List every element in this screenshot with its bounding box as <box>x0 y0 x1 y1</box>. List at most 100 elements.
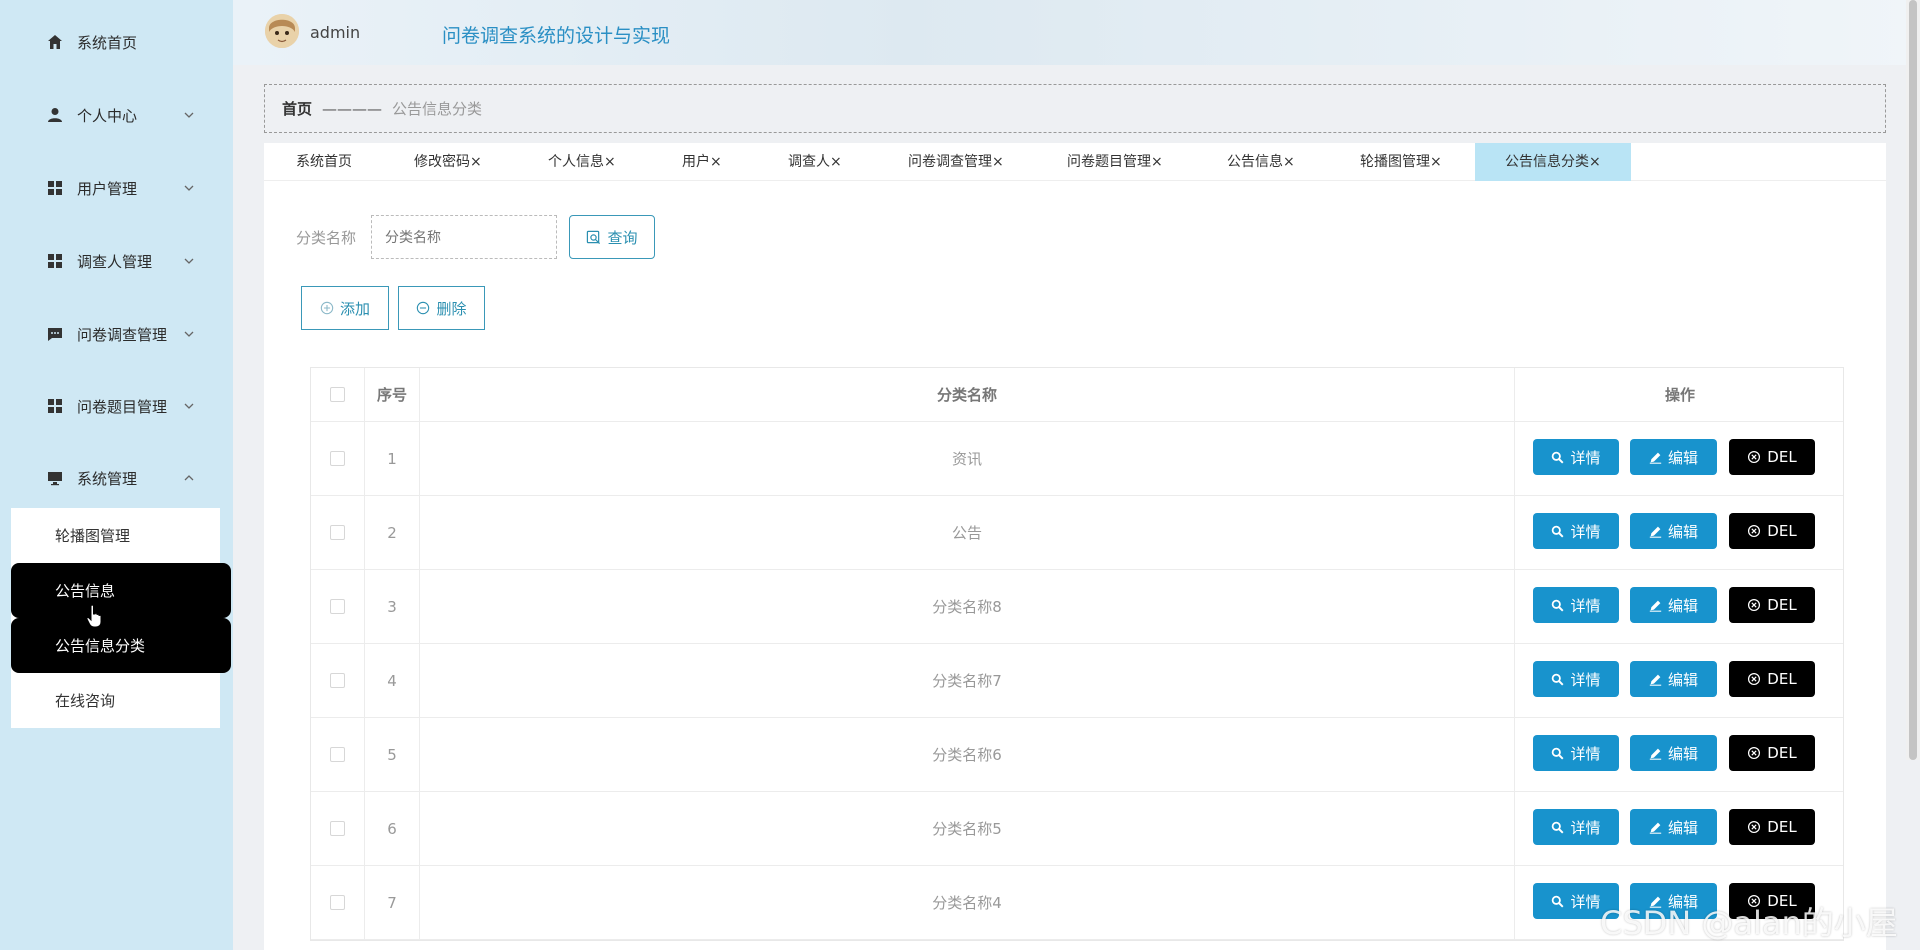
edit-label: 编辑 <box>1667 670 1698 689</box>
main-content: 系统首页 修改密码× 个人信息× 用户× 调查人× 问卷调查管理× 问卷题目管理… <box>264 143 1886 950</box>
row-checkbox[interactable] <box>330 673 345 688</box>
nav-item-survey-management[interactable]: 问卷调查管理 <box>0 314 233 354</box>
del-button[interactable]: DEL <box>1729 513 1815 549</box>
nav-item-home[interactable]: 系统首页 <box>0 22 233 62</box>
row-checkbox[interactable] <box>330 895 345 910</box>
category-name-input[interactable] <box>371 215 557 259</box>
detail-button[interactable]: 详情 <box>1533 661 1619 697</box>
nav-item-user-management[interactable]: 用户管理 <box>0 168 233 208</box>
nav-label: 用户管理 <box>77 179 138 198</box>
row-checkbox[interactable] <box>330 747 345 762</box>
tab-personal-info[interactable]: 个人信息× <box>548 143 616 181</box>
header-category-name: 分类名称 <box>420 368 1515 421</box>
tab-home[interactable]: 系统首页 <box>296 143 352 181</box>
tab-surveyors[interactable]: 调查人× <box>788 143 842 181</box>
row-checkbox-cell <box>311 422 365 495</box>
close-circle-icon <box>1748 598 1761 612</box>
breadcrumb-home[interactable]: 首页 <box>282 98 312 119</box>
del-button[interactable]: DEL <box>1729 661 1815 697</box>
table-row: 1 资讯 详情 编辑 DEL <box>311 422 1843 496</box>
search-icon <box>1552 599 1564 611</box>
del-button[interactable]: DEL <box>1729 439 1815 475</box>
row-category-name: 分类名称8 <box>420 570 1515 643</box>
username[interactable]: admin <box>310 23 360 42</box>
row-operations: 详情 编辑 DEL <box>1515 422 1845 495</box>
nav-item-question-management[interactable]: 问卷题目管理 <box>0 386 233 426</box>
del-button[interactable]: DEL <box>1729 809 1815 845</box>
nav-label: 问卷调查管理 <box>77 325 168 344</box>
detail-button[interactable]: 详情 <box>1533 735 1619 771</box>
detail-button[interactable]: 详情 <box>1533 439 1619 475</box>
tab-question-management[interactable]: 问卷题目管理× <box>1067 143 1163 181</box>
tab-notice[interactable]: 公告信息× <box>1227 143 1295 181</box>
close-circle-icon <box>1748 450 1761 464</box>
close-circle-icon <box>1748 746 1761 760</box>
row-index: 5 <box>365 718 420 791</box>
search-icon <box>1552 673 1564 685</box>
detail-button[interactable]: 详情 <box>1533 809 1619 845</box>
page-scrollbar[interactable] <box>1906 0 1920 760</box>
grid-icon <box>48 181 62 195</box>
nav-item-surveyor-management[interactable]: 调查人管理 <box>0 241 233 281</box>
submenu-item-online-consult[interactable]: 在线咨询 <box>11 673 220 728</box>
avatar[interactable] <box>265 14 299 48</box>
table-row: 6 分类名称5 详情 编辑 DEL <box>311 792 1843 866</box>
app-title: 问卷调查系统的设计与实现 <box>442 25 671 47</box>
nav-label: 系统首页 <box>77 33 138 52</box>
table-row: 2 公告 详情 编辑 DEL <box>311 496 1843 570</box>
minus-circle-icon <box>417 301 430 315</box>
system-submenu: 轮播图管理 公告信息 公告信息分类 在线咨询 <box>11 508 231 728</box>
del-label: DEL <box>1767 670 1797 688</box>
tab-survey-management[interactable]: 问卷调查管理× <box>908 143 1004 181</box>
edit-label: 编辑 <box>1667 744 1698 763</box>
edit-button[interactable]: 编辑 <box>1630 513 1717 549</box>
nav-label: 个人中心 <box>77 106 138 125</box>
search-icon <box>587 230 601 244</box>
table-row: 5 分类名称6 详情 编辑 DEL <box>311 718 1843 792</box>
row-operations: 详情 编辑 DEL <box>1515 792 1845 865</box>
tab-change-password[interactable]: 修改密码× <box>414 143 482 181</box>
edit-button[interactable]: 编辑 <box>1630 587 1717 623</box>
nav-label: 调查人管理 <box>77 252 153 271</box>
nav-item-system-management[interactable]: 系统管理 <box>0 458 233 498</box>
add-button[interactable]: 添加 <box>301 286 389 330</box>
header-operations: 操作 <box>1664 386 1695 404</box>
submenu-item-notice-category[interactable]: 公告信息分类 <box>11 618 231 673</box>
edit-button[interactable]: 编辑 <box>1630 735 1717 771</box>
row-operations: 详情 编辑 DEL <box>1515 570 1845 643</box>
del-label: DEL <box>1767 744 1797 762</box>
edit-button[interactable]: 编辑 <box>1630 661 1717 697</box>
header-checkbox-cell <box>311 368 365 421</box>
row-checkbox-cell <box>311 570 365 643</box>
detail-button[interactable]: 详情 <box>1533 587 1619 623</box>
delete-button[interactable]: 删除 <box>398 286 485 330</box>
edit-button[interactable]: 编辑 <box>1630 809 1717 845</box>
del-label: DEL <box>1767 596 1797 614</box>
row-checkbox-cell <box>311 718 365 791</box>
row-checkbox[interactable] <box>330 821 345 836</box>
submenu-item-notice[interactable]: 公告信息 <box>11 563 231 618</box>
submenu-item-carousel[interactable]: 轮播图管理 <box>11 508 220 563</box>
tab-users[interactable]: 用户× <box>682 143 722 181</box>
row-category-name: 分类名称6 <box>420 718 1515 791</box>
chevron-up-icon <box>184 475 194 481</box>
tab-carousel[interactable]: 轮播图管理× <box>1360 143 1442 181</box>
row-operations: 详情 编辑 DEL <box>1515 496 1845 569</box>
row-checkbox[interactable] <box>330 599 345 614</box>
tab-notice-category[interactable]: 公告信息分类× <box>1475 143 1631 181</box>
scrollbar-thumb[interactable] <box>1909 0 1917 760</box>
row-checkbox[interactable] <box>330 451 345 466</box>
edit-label: 编辑 <box>1667 596 1698 615</box>
edit-pencil-icon <box>1649 526 1662 538</box>
delete-button-label: 删除 <box>436 299 467 318</box>
row-operations: 详情 编辑 DEL <box>1515 718 1845 791</box>
top-header: admin 问卷调查系统的设计与实现 <box>233 0 1920 65</box>
del-button[interactable]: DEL <box>1729 587 1815 623</box>
query-button[interactable]: 查询 <box>569 215 655 259</box>
select-all-checkbox[interactable] <box>330 387 345 402</box>
nav-item-personal-center[interactable]: 个人中心 <box>0 95 233 135</box>
detail-button[interactable]: 详情 <box>1533 513 1619 549</box>
edit-button[interactable]: 编辑 <box>1630 439 1717 475</box>
del-button[interactable]: DEL <box>1729 735 1815 771</box>
row-checkbox[interactable] <box>330 525 345 540</box>
